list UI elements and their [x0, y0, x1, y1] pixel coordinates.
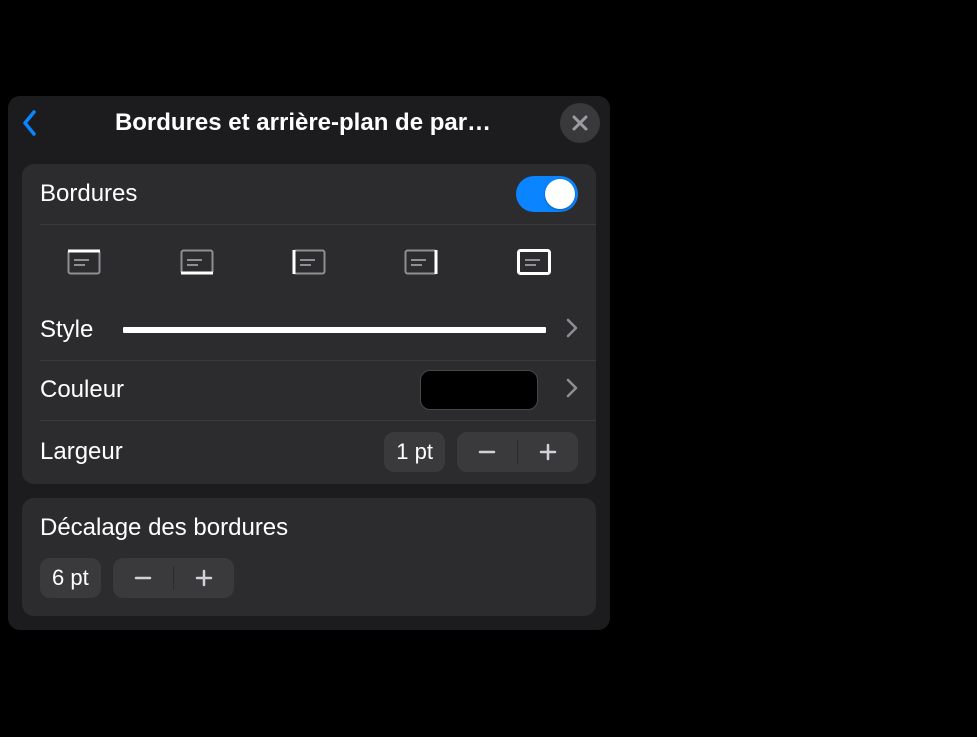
borders-toggle-row: Bordures	[22, 164, 596, 224]
chevron-right-icon	[566, 378, 578, 398]
border-right-icon	[404, 249, 438, 275]
chevron-right-icon	[566, 318, 578, 338]
offset-increment-button[interactable]	[174, 558, 234, 598]
style-row[interactable]: Style	[22, 300, 596, 360]
offset-stepper	[113, 558, 234, 598]
plus-icon	[538, 442, 558, 462]
minus-icon	[133, 568, 153, 588]
color-row[interactable]: Couleur	[22, 360, 596, 420]
border-all-icon	[517, 249, 551, 275]
borders-label: Bordures	[40, 180, 137, 208]
offset-controls: 6 pt	[40, 558, 578, 598]
close-icon	[572, 115, 588, 131]
border-bottom-icon	[180, 249, 214, 275]
chevron-left-icon	[22, 110, 38, 136]
borders-card: Bordures	[22, 164, 596, 484]
style-disclosure	[566, 318, 578, 343]
offset-card: Décalage des bordures 6 pt	[22, 498, 596, 616]
width-increment-button[interactable]	[518, 432, 578, 472]
color-label: Couleur	[40, 376, 124, 404]
border-position-row	[22, 224, 596, 300]
border-bottom-button[interactable]	[171, 242, 223, 282]
style-label: Style	[40, 316, 93, 344]
border-right-button[interactable]	[395, 242, 447, 282]
back-button[interactable]	[14, 103, 46, 143]
borders-settings-panel: Bordures et arrière-plan de par… Bordure…	[8, 96, 610, 630]
plus-icon	[194, 568, 214, 588]
color-disclosure	[566, 378, 578, 403]
width-label: Largeur	[40, 438, 123, 466]
offset-label: Décalage des bordures	[40, 514, 578, 542]
borders-toggle[interactable]	[516, 176, 578, 212]
width-stepper	[457, 432, 578, 472]
close-button[interactable]	[560, 103, 600, 143]
width-row: Largeur 1 pt	[22, 420, 596, 484]
panel-title: Bordures et arrière-plan de par…	[46, 109, 560, 137]
border-left-button[interactable]	[283, 242, 335, 282]
border-top-button[interactable]	[58, 242, 110, 282]
toggle-knob	[545, 179, 575, 209]
offset-value[interactable]: 6 pt	[40, 558, 101, 598]
border-top-icon	[67, 249, 101, 275]
width-decrement-button[interactable]	[457, 432, 517, 472]
panel-header: Bordures et arrière-plan de par…	[8, 96, 610, 150]
border-all-button[interactable]	[508, 242, 560, 282]
minus-icon	[477, 442, 497, 462]
color-swatch[interactable]	[420, 370, 538, 410]
border-left-icon	[292, 249, 326, 275]
width-value[interactable]: 1 pt	[384, 432, 445, 472]
line-style-preview	[123, 327, 546, 333]
offset-decrement-button[interactable]	[113, 558, 173, 598]
